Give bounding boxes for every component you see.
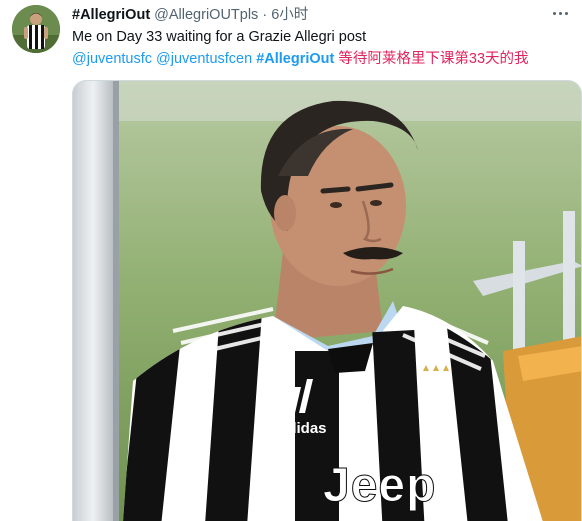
tweet-timestamp[interactable]: 6小时: [271, 7, 308, 23]
tweet-card[interactable]: #AllegriOut @AllegriOUTpls · 6小时 Me on Da…: [0, 0, 582, 521]
chinese-caption: 等待阿莱格里下课第33天的我: [338, 51, 529, 67]
display-name[interactable]: #AllegriOut: [72, 7, 150, 23]
mention-juventusfc[interactable]: @juventusfc: [72, 51, 152, 67]
tweet-text-line: @juventusfc @juventusfcen #AllegriOut 等待…: [72, 50, 529, 68]
avatar[interactable]: [12, 5, 60, 53]
svg-text:adidas: adidas: [279, 420, 327, 437]
tweet-header: #AllegriOut @AllegriOUTpls · 6小时: [72, 6, 570, 24]
user-handle[interactable]: @AllegriOUTpls: [154, 7, 258, 23]
tweet-text: Me on Day 33 waiting for a Grazie Allegr…: [72, 29, 367, 45]
tweet-media-image[interactable]: adidas Jeep: [72, 80, 582, 521]
mention-juventusfcen[interactable]: @juventusfcen: [156, 51, 252, 67]
more-dots-icon[interactable]: [550, 3, 570, 23]
separator-dot: ·: [262, 7, 268, 23]
svg-text:Jeep: Jeep: [323, 459, 436, 512]
hashtag-allegriout[interactable]: #AllegriOut: [256, 51, 334, 67]
tweet-text-line: Me on Day 33 waiting for a Grazie Allegr…: [72, 28, 366, 46]
